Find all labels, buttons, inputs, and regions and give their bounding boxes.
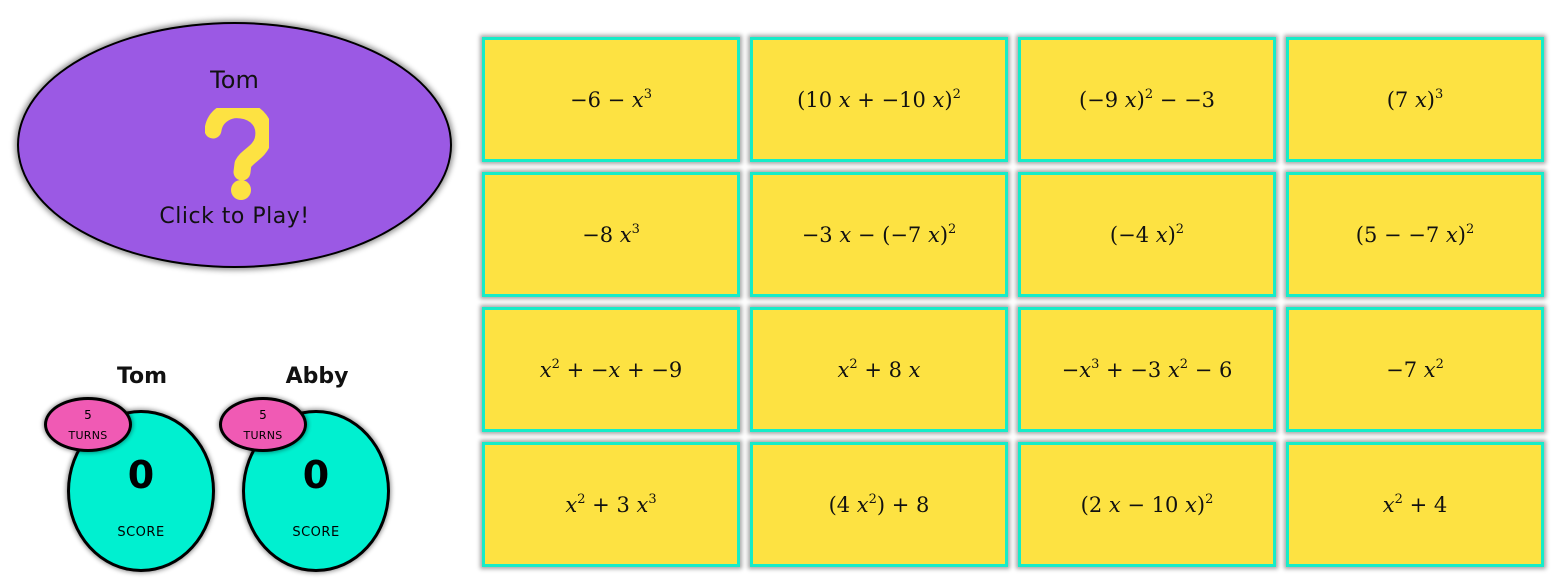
- expression-card[interactable]: (−4 x)2: [1018, 172, 1276, 297]
- card-expression: x2 + −x + −9: [539, 356, 683, 382]
- card-expression: (−4 x)2: [1109, 221, 1185, 247]
- player-scoreboard-tom: Tom 0 SCORE 5 TURNS: [42, 360, 215, 580]
- expression-card[interactable]: (2 x − 10 x)2: [1018, 442, 1276, 567]
- card-expression: x2 + 8 x: [837, 356, 921, 382]
- turns-bubble: 5 TURNS: [44, 397, 132, 452]
- player-scoreboard-abby: Abby 0 SCORE 5 TURNS: [217, 360, 390, 580]
- score-value: 0: [302, 453, 330, 497]
- turns-value: 5: [259, 408, 267, 422]
- score-value: 0: [127, 453, 155, 497]
- expression-card[interactable]: −3 x − (−7 x)2: [750, 172, 1008, 297]
- card-expression: (2 x − 10 x)2: [1080, 491, 1214, 517]
- card-grid: −6 − x3 (10 x + −10 x)2 (−9 x)2 − −3 (7 x)3…: [482, 37, 1544, 567]
- expression-card[interactable]: x2 + 8 x: [750, 307, 1008, 432]
- card-expression: (7 x)3: [1386, 86, 1444, 112]
- card-expression: −7 x2: [1386, 356, 1444, 382]
- card-expression: −8 x3: [582, 221, 640, 247]
- player-name: Abby: [285, 364, 349, 389]
- expression-card[interactable]: (−9 x)2 − −3: [1018, 37, 1276, 162]
- turns-value: 5: [84, 408, 92, 422]
- turns-label: TURNS: [243, 429, 283, 442]
- expression-card[interactable]: −8 x3: [482, 172, 740, 297]
- click-to-play-label: Click to Play!: [159, 204, 310, 229]
- expression-card[interactable]: x2 + 3 x3: [482, 442, 740, 567]
- turns-bubble: 5 TURNS: [219, 397, 307, 452]
- expression-card[interactable]: (7 x)3: [1286, 37, 1544, 162]
- expression-card[interactable]: (10 x + −10 x)2: [750, 37, 1008, 162]
- card-expression: −3 x − (−7 x)2: [801, 221, 957, 247]
- current-player-name: Tom: [210, 66, 259, 94]
- card-expression: (4 x2) + 8: [828, 491, 930, 517]
- expression-card[interactable]: x2 + −x + −9: [482, 307, 740, 432]
- turns-label: TURNS: [68, 429, 108, 442]
- question-mark-icon: [205, 108, 269, 200]
- card-expression: (5 − −7 x)2: [1355, 221, 1475, 247]
- card-expression: x2 + 3 x3: [565, 491, 657, 517]
- expression-card[interactable]: −6 − x3: [482, 37, 740, 162]
- card-expression: (10 x + −10 x)2: [797, 86, 961, 112]
- score-label: SCORE: [117, 525, 165, 540]
- card-expression: (−9 x)2 − −3: [1078, 86, 1216, 112]
- expression-card[interactable]: −x3 + −3 x2 − 6: [1018, 307, 1276, 432]
- card-expression: x2 + 4: [1382, 491, 1448, 517]
- card-expression: −6 − x3: [569, 86, 653, 112]
- expression-card[interactable]: x2 + 4: [1286, 442, 1544, 567]
- expression-card[interactable]: (4 x2) + 8: [750, 442, 1008, 567]
- expression-card[interactable]: (5 − −7 x)2: [1286, 172, 1544, 297]
- card-expression: −x3 + −3 x2 − 6: [1061, 356, 1233, 382]
- expression-card[interactable]: −7 x2: [1286, 307, 1544, 432]
- score-label: SCORE: [292, 525, 340, 540]
- player-name: Tom: [116, 364, 168, 389]
- click-to-play-button[interactable]: Tom Click to Play!: [17, 22, 452, 268]
